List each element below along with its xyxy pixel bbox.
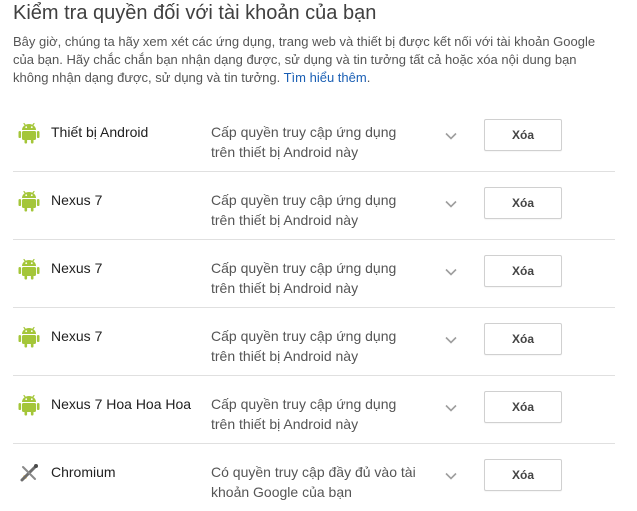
delete-button[interactable]: Xóa xyxy=(484,323,562,355)
app-row: Nexus 7 Cấp quyền truy cập ứng dụng trên… xyxy=(13,308,615,376)
delete-button[interactable]: Xóa xyxy=(484,119,562,151)
access-line-2: trên thiết bị Android này xyxy=(211,212,359,228)
access-line-1: Cấp quyền truy cập ứng dụng xyxy=(211,192,397,208)
app-name: Thiết bị Android xyxy=(51,124,149,140)
access-description: Cấp quyền truy cập ứng dụng trên thiết b… xyxy=(211,326,431,366)
chevron-down-icon[interactable] xyxy=(444,332,458,344)
delete-button[interactable]: Xóa xyxy=(484,459,562,491)
access-line-1: Có quyền truy cập đầy đủ vào tài xyxy=(211,464,416,480)
access-line-1: Cấp quyền truy cập ứng dụng xyxy=(211,396,397,412)
app-name: Nexus 7 xyxy=(51,328,103,344)
delete-button[interactable]: Xóa xyxy=(484,255,562,287)
access-line-1: Cấp quyền truy cập ứng dụng xyxy=(211,124,397,140)
access-description: Cấp quyền truy cập ứng dụng trên thiết b… xyxy=(211,190,431,230)
app-row: Nexus 7 Hoa Hoa Hoa Cấp quyền truy cập ứ… xyxy=(13,376,615,444)
app-row: Nexus 7 Cấp quyền truy cập ứng dụng trên… xyxy=(13,172,615,240)
chevron-down-icon[interactable] xyxy=(444,264,458,276)
page-title: Kiểm tra quyền đối với tài khoản của bạn xyxy=(13,2,377,24)
chevron-down-icon[interactable] xyxy=(444,400,458,412)
access-line-1: Cấp quyền truy cập ứng dụng xyxy=(211,260,397,276)
learn-more-link[interactable]: Tìm hiểu thêm xyxy=(284,70,367,85)
app-row: Thiết bị Android Cấp quyền truy cập ứng … xyxy=(13,104,615,172)
chevron-down-icon[interactable] xyxy=(444,196,458,208)
access-line-2: khoản Google của bạn xyxy=(211,484,352,500)
chevron-down-icon[interactable] xyxy=(444,128,458,140)
access-description: Có quyền truy cập đầy đủ vào tài khoản G… xyxy=(211,462,431,502)
access-line-2: trên thiết bị Android này xyxy=(211,416,359,432)
delete-button[interactable]: Xóa xyxy=(484,391,562,423)
access-line-1: Cấp quyền truy cập ứng dụng xyxy=(211,328,397,344)
access-line-2: trên thiết bị Android này xyxy=(211,144,359,160)
app-name: Nexus 7 Hoa Hoa Hoa xyxy=(51,396,192,412)
android-icon xyxy=(18,190,40,212)
access-description: Cấp quyền truy cập ứng dụng trên thiết b… xyxy=(211,122,431,162)
access-line-2: trên thiết bị Android này xyxy=(211,280,359,296)
intro-period: . xyxy=(366,70,371,85)
delete-button[interactable]: Xóa xyxy=(484,187,562,219)
intro-paragraph: Bây giờ, chúng ta hãy xem xét các ứng dụ… xyxy=(13,33,613,87)
connected-apps-list: Thiết bị Android Cấp quyền truy cập ứng … xyxy=(13,104,615,511)
android-icon xyxy=(18,326,40,348)
chevron-down-icon[interactable] xyxy=(444,468,458,480)
app-row: Nexus 7 Cấp quyền truy cập ứng dụng trên… xyxy=(13,240,615,308)
android-icon xyxy=(18,122,40,144)
android-icon xyxy=(18,394,40,416)
app-row: Chromium Có quyền truy cập đầy đủ vào tà… xyxy=(13,444,615,511)
access-description: Cấp quyền truy cập ứng dụng trên thiết b… xyxy=(211,394,431,434)
app-name: Nexus 7 xyxy=(51,260,103,276)
app-name: Chromium xyxy=(51,464,116,480)
access-description: Cấp quyền truy cập ứng dụng trên thiết b… xyxy=(211,258,431,298)
app-name: Nexus 7 xyxy=(51,192,103,208)
chromium-icon xyxy=(18,462,40,484)
access-line-2: trên thiết bị Android này xyxy=(211,348,359,364)
android-icon xyxy=(18,258,40,280)
